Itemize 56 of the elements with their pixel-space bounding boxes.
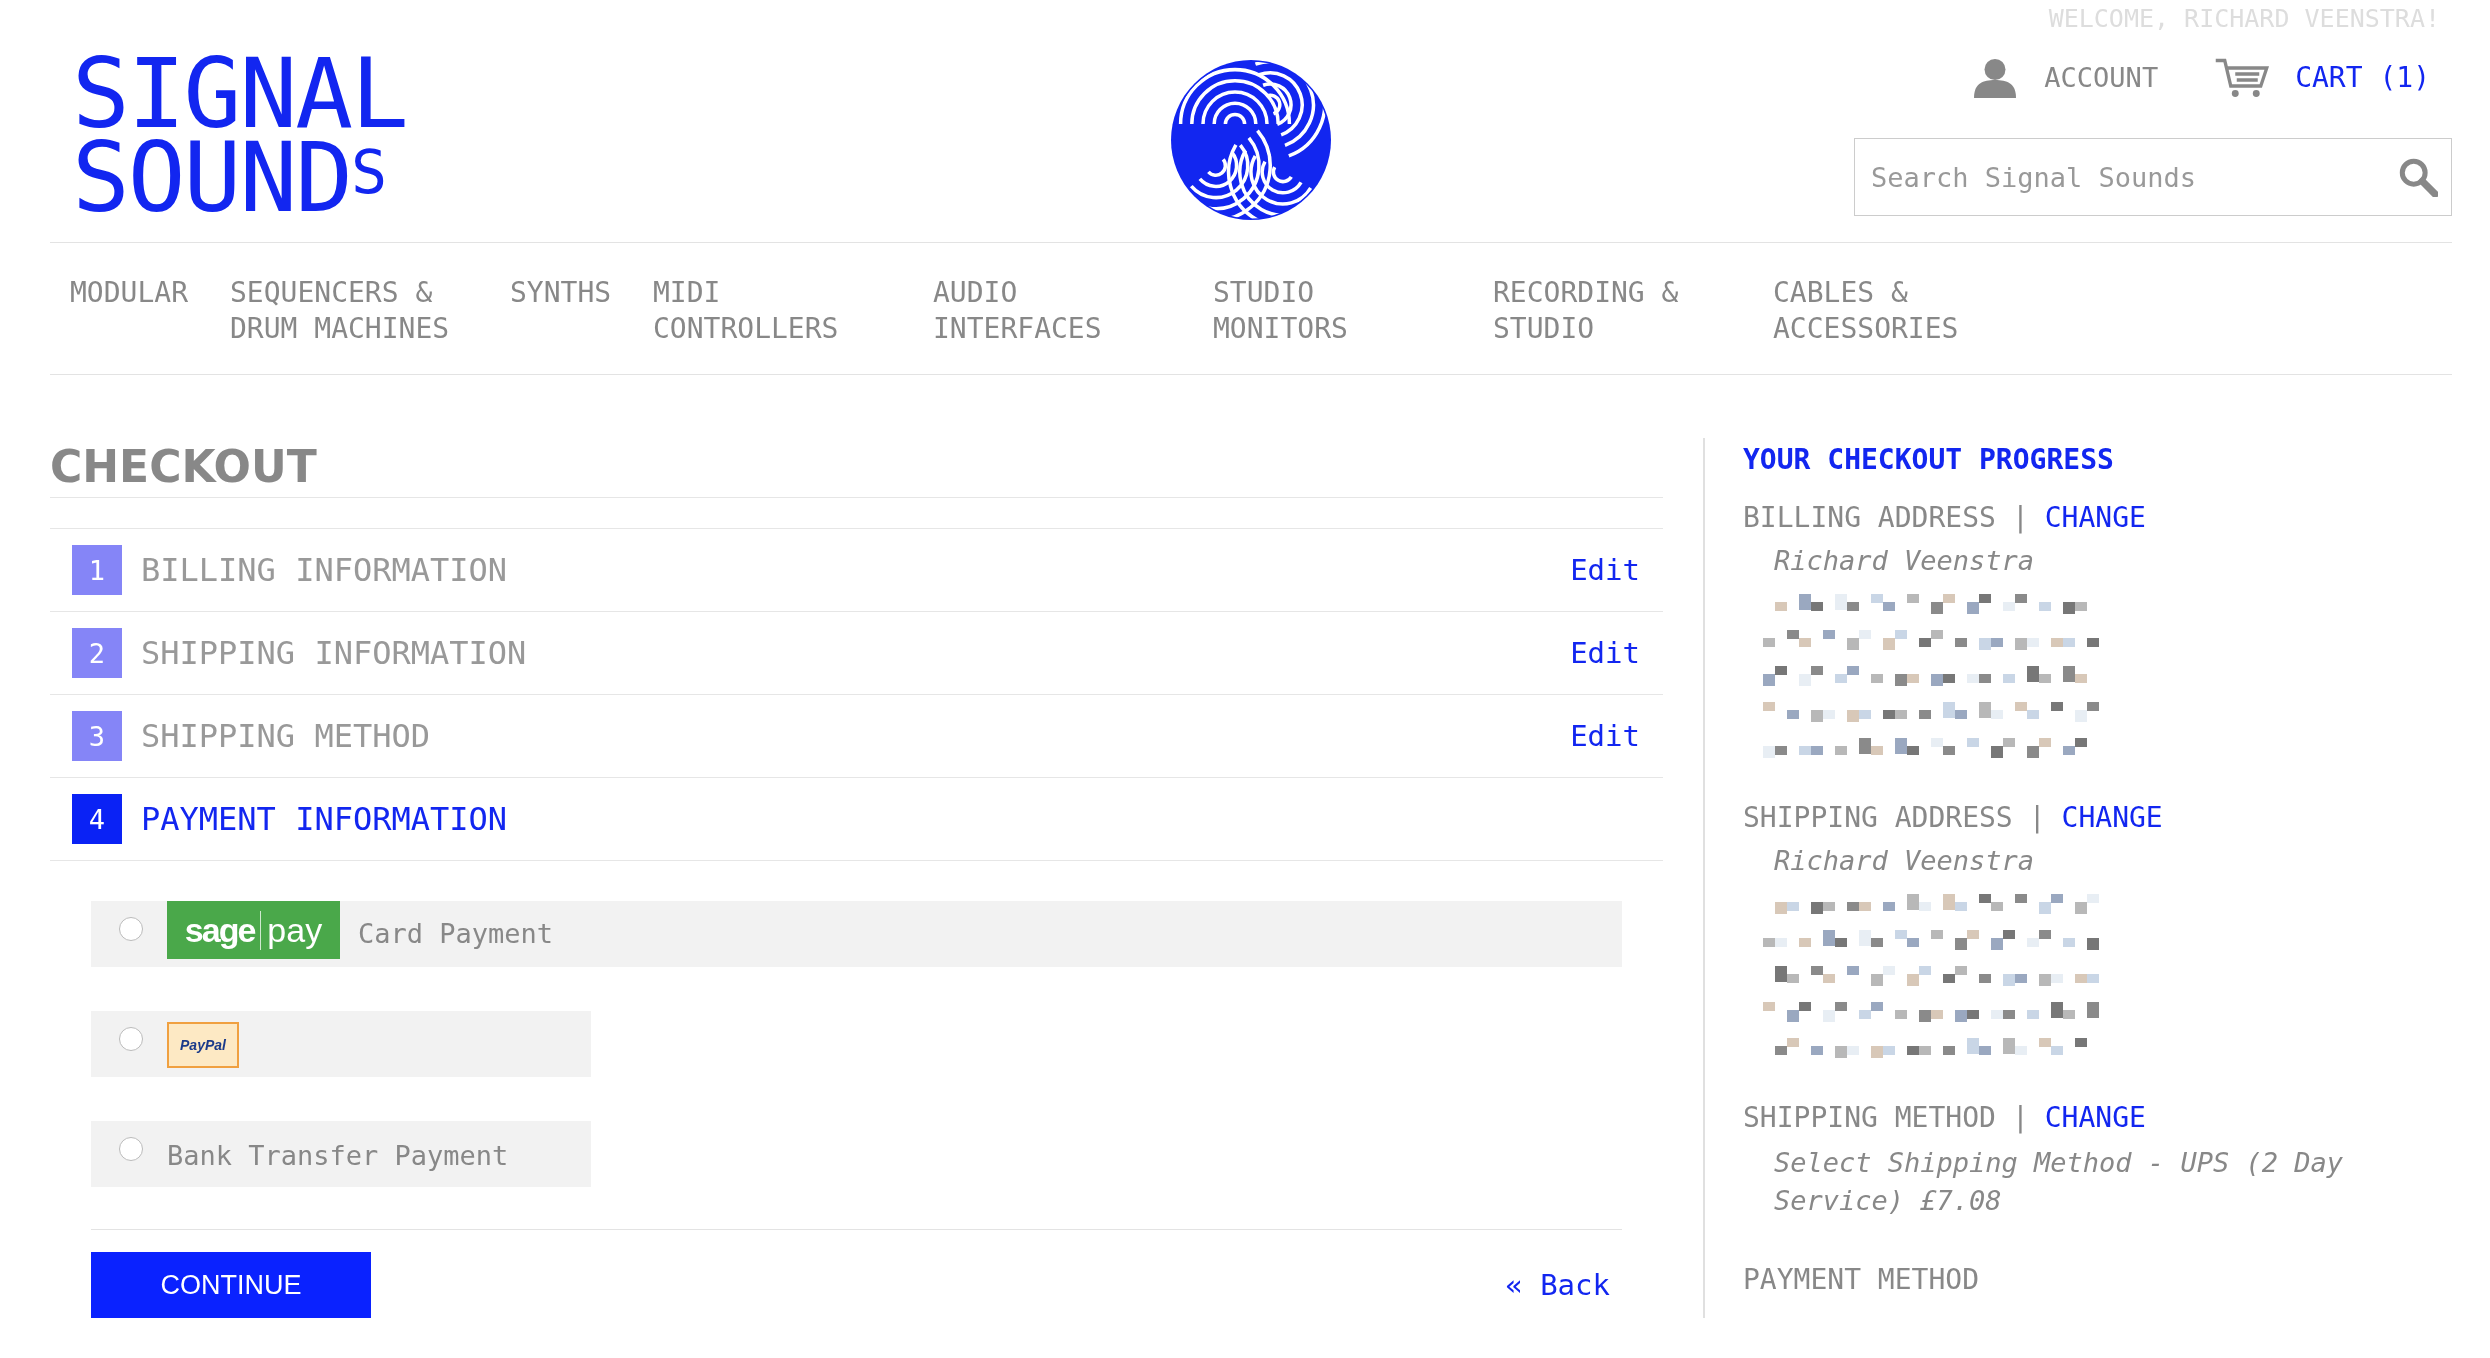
nav-link[interactable]: MIDI CONTROLLERS (653, 275, 839, 347)
step-title[interactable]: SHIPPING METHOD (141, 717, 1571, 755)
change-link[interactable]: CHANGE (2061, 798, 2163, 838)
person-icon[interactable] (1972, 56, 2019, 98)
nav-link[interactable]: RECORDING & STUDIO (1493, 275, 1679, 347)
payment-option[interactable]: PayPal (91, 1011, 591, 1077)
option-label: Bank Transfer Payment (167, 1139, 509, 1173)
cart-link[interactable]: CART (1) (2295, 60, 2430, 94)
paypal-logo: PayPal (167, 1022, 239, 1068)
edit-link[interactable]: Edit (1570, 636, 1640, 670)
back-link[interactable]: « Back (1505, 1268, 1610, 1302)
separator: | (2028, 800, 2046, 836)
nav-link[interactable]: AUDIO INTERFACES (933, 275, 1102, 347)
radio-button[interactable] (119, 1137, 143, 1161)
continue-button[interactable]: CONTINUE (91, 1252, 371, 1318)
change-link[interactable]: CHANGE (2044, 1098, 2146, 1138)
radio-button[interactable] (119, 1027, 143, 1051)
step-number: 2 (72, 628, 122, 678)
payment-option[interactable]: sage pay Card Payment (91, 901, 1622, 967)
nav-link[interactable]: SEQUENCERS & DRUM MACHINES (230, 275, 450, 347)
section-title: SHIPPING METHOD (1743, 1100, 1996, 1136)
payment-option[interactable]: Bank Transfer Payment (91, 1121, 591, 1187)
sidebar-title: YOUR CHECKOUT PROGRESS (1743, 444, 2115, 476)
logo-icon[interactable] (1171, 60, 1331, 220)
edit-link[interactable]: Edit (1570, 719, 1640, 753)
logo-text: sage (184, 910, 262, 950)
address-name: Richard Veenstra (1773, 544, 2036, 578)
change-link[interactable]: CHANGE (2044, 498, 2146, 538)
separator: | (2011, 500, 2029, 536)
account-link[interactable]: ACCOUNT (2044, 61, 2159, 93)
edit-link[interactable]: Edit (1570, 553, 1640, 587)
nav-link[interactable]: MODULAR (70, 275, 188, 311)
step-title[interactable]: PAYMENT INFORMATION (141, 800, 1640, 838)
nav-link[interactable]: CABLES & ACCESSORIES (1773, 275, 1959, 347)
radio-button[interactable] (119, 917, 143, 941)
step-title[interactable]: SHIPPING INFORMATION (141, 634, 1571, 672)
option-label: Card Payment (358, 917, 554, 951)
section-title: SHIPPING ADDRESS (1743, 800, 2013, 836)
step-number: 3 (72, 711, 122, 761)
step-title[interactable]: BILLING INFORMATION (141, 551, 1571, 589)
step-number: 1 (72, 545, 122, 595)
shipping-details: Select Shipping Method - UPS (2 Day Service) £7.08 (1773, 1146, 2344, 1218)
logo-text: pay (266, 910, 323, 950)
page-title: CHECKOUT (50, 375, 1663, 498)
section-title: BILLING ADDRESS (1743, 500, 1996, 536)
address-name: Richard Veenstra (1773, 844, 2036, 878)
step-number: 4 (72, 794, 122, 844)
nav-link[interactable]: SYNTHS (510, 275, 612, 311)
nav-link[interactable]: STUDIO MONITORS (1213, 275, 1348, 347)
search-field[interactable]: Search Signal Sounds (1854, 138, 2452, 216)
separator: | (2011, 1100, 2029, 1136)
logo-text[interactable]: SOUND$^{S}$ (72, 136, 386, 220)
logo-text[interactable]: SIGNAL (72, 52, 407, 136)
cart-icon[interactable] (2214, 56, 2271, 98)
section-title: PAYMENT METHOD (1743, 1262, 1979, 1298)
search-icon[interactable] (2398, 157, 2438, 197)
